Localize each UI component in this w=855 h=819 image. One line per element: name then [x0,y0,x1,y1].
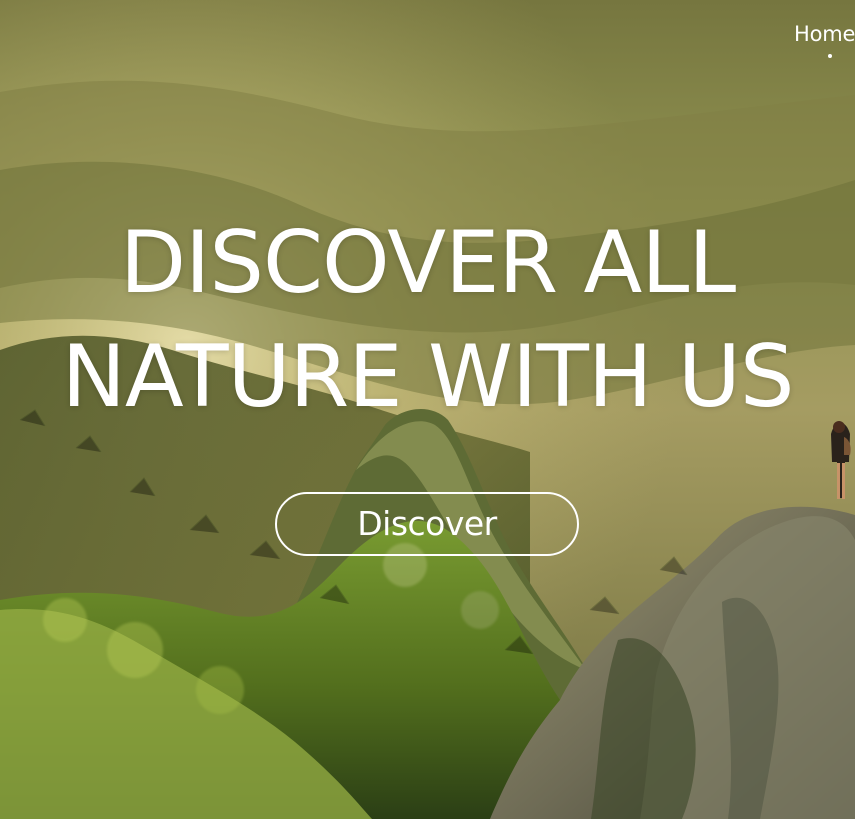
discover-button[interactable]: Discover [275,492,579,556]
hero-headline: DISCOVER ALL NATURE WITH US [0,206,855,434]
main-navigation: Home [794,20,855,64]
hero-section: Home DISCOVER ALL NATURE WITH US Discove… [0,0,855,819]
active-nav-indicator-dot [828,54,832,58]
hero-headline-line-1: DISCOVER ALL [119,213,736,313]
nav-home-link[interactable]: Home [794,20,855,48]
hero-headline-line-2: NATURE WITH US [61,327,795,427]
